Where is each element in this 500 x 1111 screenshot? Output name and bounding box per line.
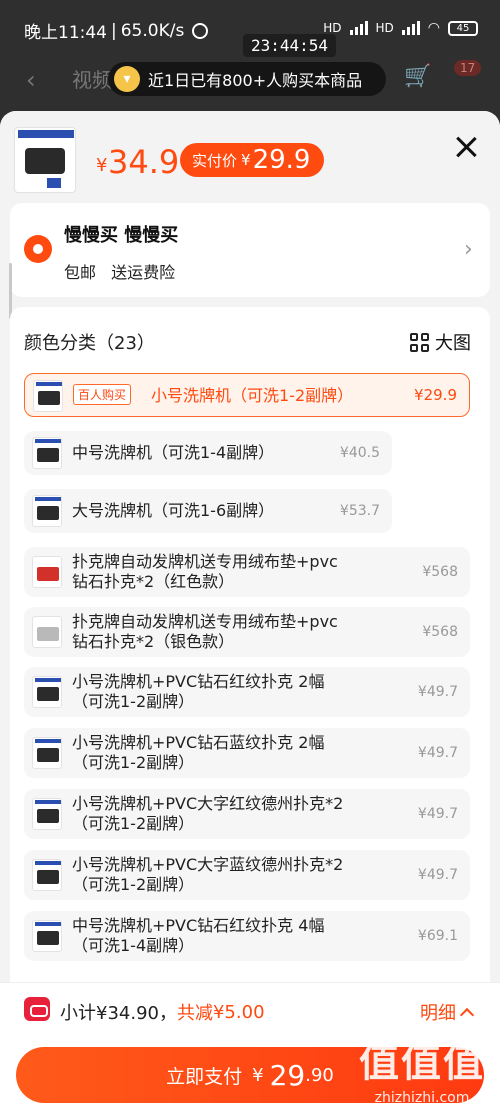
cart-icon: 🛒 (404, 64, 432, 89)
free-shipping-label: 包邮 (64, 263, 97, 282)
sku-option-name: 中号洗牌机+PVC钻石红纹扑克 4幅 （可洗1-4副牌） (72, 916, 325, 955)
sku-option-name: 小号洗牌机+PVC钻石红纹扑克 2幅 （可洗1-2副牌） (72, 672, 325, 711)
sku-option-image (32, 437, 62, 469)
watermark-url: zhizhizhi.com (374, 1090, 470, 1106)
discount-value: ¥5.00 (212, 1001, 265, 1023)
big-view-button[interactable]: 大图 (410, 329, 471, 355)
cart-badge: 17 (454, 60, 482, 76)
status-time: 晚上11:44 (24, 23, 107, 43)
product-thumbnail[interactable] (14, 127, 76, 193)
sku-option-price: ¥49.7 (417, 867, 458, 883)
sku-option-image (32, 556, 62, 588)
watermark: 值值值 zhizhizhi.com (352, 1030, 492, 1110)
detail-label: 明细 (420, 1003, 456, 1024)
shopping-bag-icon: ▾ (114, 66, 140, 92)
purchase-toast: ▾ 近1日已有800+人购买本商品 (108, 62, 386, 96)
purchase-toast-text: 近1日已有800+人购买本商品 (148, 71, 363, 90)
close-icon[interactable] (452, 133, 480, 161)
background-title: 视频 (72, 68, 112, 92)
sku-option-image (33, 380, 63, 412)
subtotal-value: ¥34.90， (96, 1003, 177, 1024)
location-pin-icon (24, 235, 52, 263)
sku-option-name: 扑克牌自动发牌机送专用绒布垫+pvc 钻石扑克*2（红色款） (72, 552, 338, 591)
alarm-icon (192, 22, 209, 39)
status-right: HD HD ◠ 45 (323, 20, 478, 36)
pay-label: 立即支付 (166, 1065, 243, 1088)
sku-option[interactable]: 小号洗牌机+PVC钻石蓝纹扑克 2幅 （可洗1-2副牌） ¥49.7 (24, 728, 470, 778)
sku-option-name: 小号洗牌机（可洗1-2副牌） (151, 386, 354, 405)
hd-label-1: HD (323, 21, 342, 35)
sku-option-price: ¥568 (422, 624, 458, 640)
battery-icon: 45 (448, 20, 478, 36)
sku-option-price: ¥49.7 (417, 745, 458, 761)
sku-option[interactable]: 小号洗牌机+PVC钻石红纹扑克 2幅 （可洗1-2副牌） ¥49.7 (24, 667, 470, 717)
popular-tag: 百人购买 (73, 384, 132, 405)
sku-option-name: 小号洗牌机+PVC大字红纹德州扑克*2 （可洗1-2副牌） (72, 794, 344, 833)
watermark-logo: 值值值 (359, 1040, 485, 1086)
hd-label-2: HD (375, 21, 394, 35)
signal-icon-2 (401, 21, 420, 35)
sku-option-name: 小号洗牌机+PVC大字蓝纹德州扑克*2 （可洗1-2副牌） (72, 855, 344, 894)
wifi-icon: ◠ (427, 20, 440, 36)
sku-option-selected[interactable]: 百人购买 小号洗牌机（可洗1-2副牌） ¥29.9 (24, 373, 470, 417)
network-speed: 65.0K/s (120, 20, 185, 41)
big-view-label: 大图 (435, 333, 471, 354)
sku-option-image (32, 676, 62, 708)
shipping-insurance-label: 送运费险 (111, 263, 176, 282)
subtotal-label: 小计 (60, 1003, 96, 1024)
status-left: 晚上11:44 | 65.0K/s (24, 18, 209, 43)
sku-option-price: ¥49.7 (417, 806, 458, 822)
sku-option[interactable]: 小号洗牌机+PVC大字红纹德州扑克*2 （可洗1-2副牌） ¥49.7 (24, 789, 470, 839)
signal-icon-1 (349, 21, 368, 35)
address-name: 慢慢买 慢慢买 (64, 225, 179, 246)
sku-sheet: ¥ 34.9 实付价 ¥ 29.9 慢慢买 慢慢买 包邮 送运费险 › 颜色分类… (0, 111, 500, 1111)
sku-option[interactable]: 中号洗牌机（可洗1-4副牌） ¥40.5 (24, 431, 392, 475)
sku-option[interactable]: 小号洗牌机+PVC大字蓝纹德州扑克*2 （可洗1-2副牌） ¥49.7 (24, 850, 470, 900)
sku-option-price: ¥568 (422, 564, 458, 580)
pay-currency: ¥ (252, 1064, 264, 1086)
sku-option-name: 小号洗牌机+PVC钻石蓝纹扑克 2幅 （可洗1-2副牌） (72, 733, 325, 772)
sku-options-card: 颜色分类（23） 大图 百人购买 小号洗牌机（可洗1-2副牌） ¥29.9 中号… (10, 307, 490, 1007)
sku-option-price: ¥29.9 (414, 386, 457, 404)
back-icon: ‹ (26, 66, 36, 94)
sku-option-image (32, 798, 62, 830)
sku-option-price: ¥53.7 (339, 503, 380, 519)
sku-option[interactable]: 中号洗牌机+PVC钻石红纹扑克 4幅 （可洗1-4副牌） ¥69.1 (24, 911, 470, 961)
sku-option-image (32, 859, 62, 891)
shipping-info: 包邮 送运费险 (64, 259, 175, 283)
product-price: 34.9 (108, 143, 180, 181)
grid-view-icon (410, 332, 429, 352)
sku-option[interactable]: 扑克牌自动发牌机送专用绒布垫+pvc 钻石扑克*2（银色款） ¥568 (24, 607, 470, 657)
sku-option-name: 中号洗牌机（可洗1-4副牌） (72, 443, 275, 462)
timestamp-overlay: 23:44:54 (243, 34, 337, 57)
pay-amount-int: 29 (269, 1058, 306, 1092)
chevron-right-icon: › (464, 237, 473, 262)
price-currency: ¥ (96, 155, 108, 176)
sku-option-price: ¥49.7 (417, 684, 458, 700)
sku-option-price: ¥69.1 (417, 928, 458, 944)
subtotal-text: 小计 ¥34.90， 共减 ¥5.00 (60, 999, 265, 1025)
detail-toggle[interactable]: 明细 (420, 999, 475, 1025)
sheet-header: ¥ 34.9 实付价 ¥ 29.9 (0, 111, 500, 201)
sku-option-name: 扑克牌自动发牌机送专用绒布垫+pvc 钻石扑克*2（银色款） (72, 612, 338, 651)
chevron-up-icon (459, 1007, 475, 1023)
coupon-icon (24, 997, 50, 1021)
net-price-value: 29.9 (252, 145, 311, 175)
scroll-indicator[interactable] (9, 263, 12, 319)
sku-option-name: 大号洗牌机（可洗1-6副牌） (72, 501, 275, 520)
sku-option-price: ¥40.5 (339, 445, 380, 461)
pay-amount-dec: .90 (305, 1064, 334, 1086)
sku-option-image (32, 495, 62, 527)
net-price-label: 实付价 (192, 151, 238, 170)
sku-option-image (32, 920, 62, 952)
discount-label: 共减 (176, 1003, 213, 1024)
address-card[interactable]: 慢慢买 慢慢买 包邮 送运费险 › (10, 203, 490, 297)
sku-option[interactable]: 大号洗牌机（可洗1-6副牌） ¥53.7 (24, 489, 392, 533)
sku-option-image (32, 616, 62, 648)
sku-title: 颜色分类（23） (24, 333, 155, 354)
sku-option-image (32, 737, 62, 769)
sku-option[interactable]: 扑克牌自动发牌机送专用绒布垫+pvc 钻石扑克*2（红色款） ¥568 (24, 547, 470, 597)
net-price-badge: 实付价 ¥ 29.9 (180, 143, 324, 177)
net-price-currency: ¥ (241, 151, 251, 169)
